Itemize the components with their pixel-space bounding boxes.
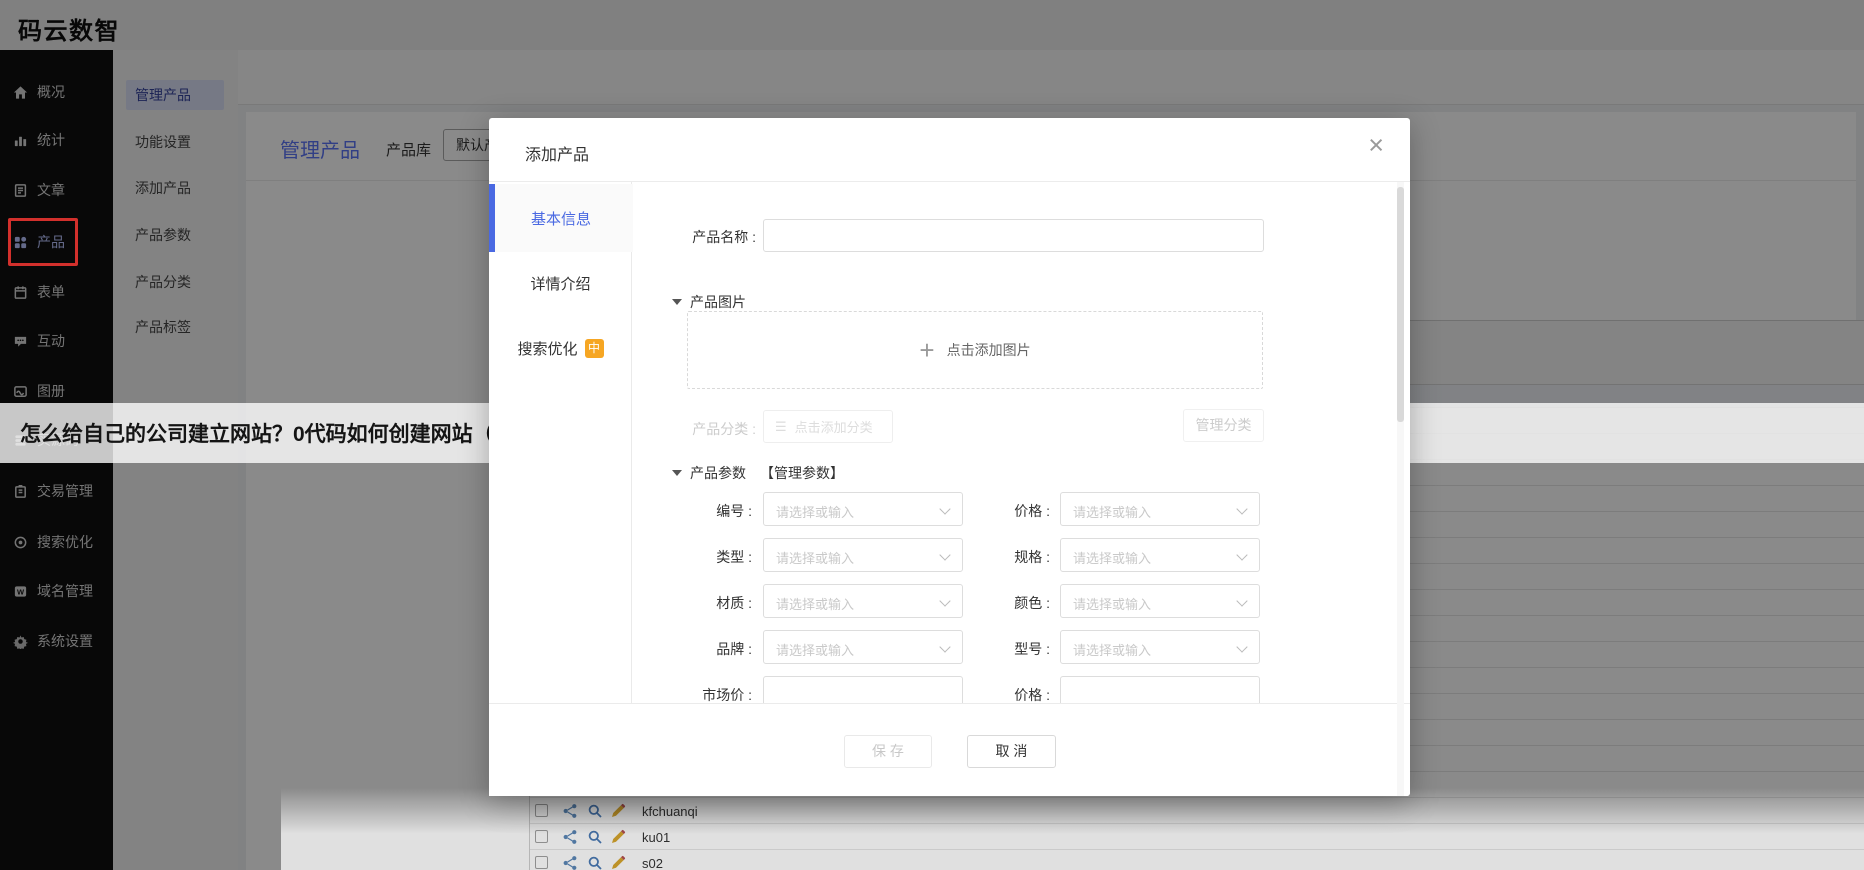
param-label: 品牌 : bbox=[549, 639, 752, 659]
plus-icon: + bbox=[919, 335, 934, 366]
image-upload-dropzone[interactable]: + 点击添加图片 bbox=[687, 311, 1263, 389]
modal-scrollbar bbox=[1397, 182, 1404, 796]
annotation-highlight-box bbox=[8, 218, 78, 266]
save-button[interactable]: 保 存 bbox=[844, 735, 932, 768]
select-placeholder: 请选择或输入 bbox=[1073, 502, 1151, 521]
param-label: 材质 : bbox=[549, 593, 752, 613]
modal-tab-label: 基本信息 bbox=[531, 208, 591, 229]
select-placeholder: 请选择或输入 bbox=[776, 502, 854, 521]
section-collapse-icon bbox=[672, 470, 682, 476]
cancel-button[interactable]: 取 消 bbox=[967, 735, 1056, 768]
modal-tab-详情介绍[interactable]: 详情介绍 bbox=[489, 263, 632, 303]
select-placeholder: 请选择或输入 bbox=[1073, 548, 1151, 567]
section-product-params[interactable]: 产品参数【管理参数】 bbox=[672, 463, 844, 483]
modal-footer: 保 存 取 消 bbox=[489, 703, 1410, 796]
tab-status-badge: 中 bbox=[585, 339, 604, 358]
modal-tab-搜索优化[interactable]: 搜索优化中 bbox=[489, 328, 632, 368]
add-category-button[interactable]: ☰ 点击添加分类 bbox=[763, 410, 893, 443]
modal-tab-label: 详情介绍 bbox=[530, 273, 590, 294]
product-name-input[interactable] bbox=[763, 219, 1264, 252]
active-tab-indicator bbox=[489, 184, 495, 252]
chevron-down-icon bbox=[1236, 595, 1247, 606]
param-label: 类型 : bbox=[549, 547, 752, 567]
select-placeholder: 请选择或输入 bbox=[1073, 594, 1151, 613]
add-product-modal: 添加产品 × 基本信息详情介绍搜索优化中 产品名称 : 产品图片 + 点击添加图… bbox=[489, 118, 1410, 796]
chevron-down-icon bbox=[1236, 503, 1247, 514]
param-label: 颜色 : bbox=[909, 593, 1050, 613]
product-name-label: 产品名称 : bbox=[589, 227, 756, 247]
scrollbar-thumb[interactable] bbox=[1397, 187, 1404, 422]
param-label: 型号 : bbox=[909, 639, 1050, 659]
section-product-image-label: 产品图片 bbox=[690, 294, 746, 310]
add-category-text: 点击添加分类 bbox=[795, 417, 873, 436]
param-label: 规格 : bbox=[909, 547, 1050, 567]
param-right-select[interactable]: 请选择或输入 bbox=[1060, 492, 1260, 526]
section-product-params-label: 产品参数 bbox=[690, 465, 746, 481]
chevron-down-icon bbox=[1236, 549, 1247, 560]
modal-tab-label: 搜索优化 bbox=[517, 338, 577, 359]
select-placeholder: 请选择或输入 bbox=[1073, 640, 1151, 659]
param-label: 编号 : bbox=[549, 501, 752, 521]
manage-params-link[interactable]: 【管理参数】 bbox=[760, 465, 844, 481]
select-placeholder: 请选择或输入 bbox=[776, 594, 854, 613]
product-category-label: 产品分类 : bbox=[589, 419, 756, 439]
param-right-select[interactable]: 请选择或输入 bbox=[1060, 630, 1260, 664]
select-placeholder: 请选择或输入 bbox=[776, 640, 854, 659]
close-icon[interactable]: × bbox=[1368, 132, 1384, 159]
manage-category-button[interactable]: 管理分类 bbox=[1183, 409, 1264, 442]
param-right-select[interactable]: 请选择或输入 bbox=[1060, 538, 1260, 572]
modal-title: 添加产品 bbox=[525, 141, 589, 165]
section-collapse-icon bbox=[672, 299, 682, 305]
upload-hint: 点击添加图片 bbox=[947, 340, 1031, 360]
select-placeholder: 请选择或输入 bbox=[776, 548, 854, 567]
list-icon: ☰ bbox=[775, 419, 787, 435]
param-right-select[interactable]: 请选择或输入 bbox=[1060, 584, 1260, 618]
section-product-image[interactable]: 产品图片 bbox=[672, 292, 746, 312]
param-label: 价格 : bbox=[909, 685, 1050, 705]
param-label: 市场价 : bbox=[549, 685, 752, 705]
param-label: 价格 : bbox=[909, 501, 1050, 521]
chevron-down-icon bbox=[1236, 641, 1247, 652]
app-root: 码云数智 概况统计文章产品表单互动图册买源码交易管理搜索优化W域名管理系统设置 … bbox=[0, 0, 1864, 870]
